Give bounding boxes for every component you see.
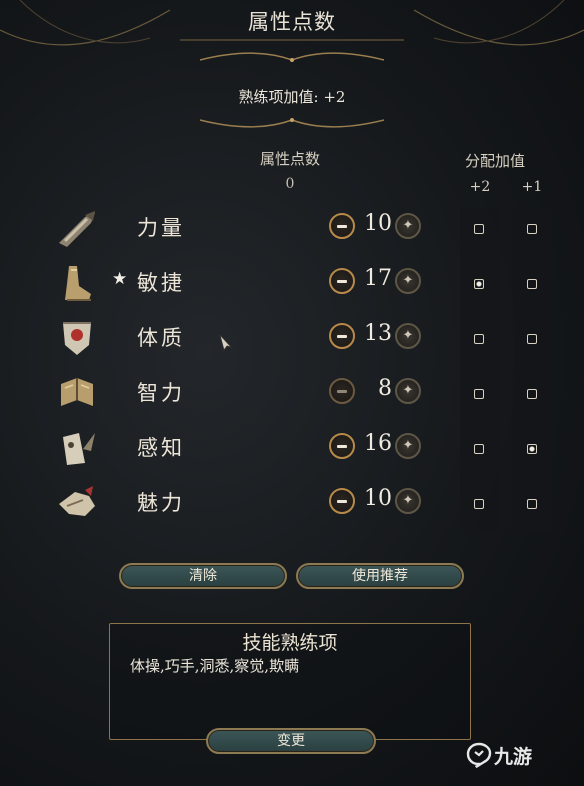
attribute-value: 13 bbox=[364, 321, 392, 346]
increase-button[interactable]: ✦ bbox=[395, 488, 421, 514]
reset-button[interactable]: 清除 bbox=[119, 563, 287, 589]
strength-arm-icon bbox=[59, 211, 95, 247]
decrease-button[interactable] bbox=[329, 213, 355, 239]
attribute-value: 16 bbox=[364, 431, 392, 456]
proficiency-bonus-label: 熟练项加值: +2 bbox=[238, 88, 346, 106]
plus1-checkbox-intelligence[interactable] bbox=[527, 389, 537, 399]
attribute-value: 10 bbox=[364, 211, 392, 236]
change-button[interactable]: 变更 bbox=[206, 728, 376, 754]
plus2-checkbox-charisma[interactable] bbox=[474, 499, 484, 509]
decrease-button[interactable] bbox=[329, 433, 355, 459]
attribute-name: 魅力 bbox=[137, 491, 185, 515]
plus1-checkbox-strength[interactable] bbox=[527, 224, 537, 234]
attribute-name: 智力 bbox=[137, 381, 185, 405]
decrease-button[interactable] bbox=[329, 378, 355, 404]
increase-button[interactable]: ✦ bbox=[395, 213, 421, 239]
plus2-checkbox-intelligence[interactable] bbox=[474, 389, 484, 399]
attribute-row-wisdom: 感知 16 ✦ bbox=[40, 423, 580, 473]
dexterity-boot-icon bbox=[65, 266, 91, 301]
increase-button[interactable]: ✦ bbox=[395, 268, 421, 294]
bonus-plus1-label: +1 bbox=[521, 179, 543, 195]
attribute-name: 敏捷 bbox=[137, 271, 185, 295]
plus1-checkbox-wisdom[interactable] bbox=[527, 444, 537, 454]
skill-proficiency-title: 技能熟练项 bbox=[242, 632, 338, 654]
bonus-plus2-label: +2 bbox=[469, 179, 491, 195]
attribute-value: 8 bbox=[378, 376, 392, 401]
attribute-name: 感知 bbox=[137, 436, 185, 460]
use-recommended-button[interactable]: 使用推荐 bbox=[296, 563, 464, 589]
wisdom-owl-icon bbox=[63, 433, 95, 465]
attribute-row-dexterity: ★ 敏捷 17 ✦ bbox=[40, 258, 580, 308]
attribute-row-constitution: 体质 13 ✦ bbox=[40, 313, 580, 363]
plus2-checkbox-wisdom[interactable] bbox=[474, 444, 484, 454]
decrease-button[interactable] bbox=[329, 488, 355, 514]
charisma-hand-icon bbox=[59, 486, 95, 516]
increase-button[interactable]: ✦ bbox=[395, 433, 421, 459]
plus2-checkbox-constitution[interactable] bbox=[474, 334, 484, 344]
plus2-checkbox-dexterity[interactable] bbox=[474, 279, 484, 289]
bonus-column-label: 分配加值 bbox=[464, 152, 525, 170]
skill-proficiency-panel: 技能熟练项 体操,巧手,洞悉,察觉,欺瞒 bbox=[109, 623, 471, 740]
points-column-label: 属性点数 bbox=[259, 150, 320, 168]
plus1-checkbox-charisma[interactable] bbox=[527, 499, 537, 509]
attribute-row-charisma: 魅力 10 ✦ bbox=[40, 478, 580, 528]
favored-star-icon: ★ bbox=[112, 269, 128, 289]
attribute-name: 体质 bbox=[137, 326, 185, 350]
plus1-checkbox-dexterity[interactable] bbox=[527, 279, 537, 289]
watermark-text: 九游 bbox=[494, 746, 533, 768]
increase-button[interactable]: ✦ bbox=[395, 323, 421, 349]
attribute-row-intelligence: 智力 8 ✦ bbox=[40, 368, 580, 418]
plus2-checkbox-strength[interactable] bbox=[474, 224, 484, 234]
constitution-heart-icon bbox=[63, 322, 91, 355]
mouse-cursor-icon bbox=[219, 334, 233, 351]
attribute-value: 10 bbox=[364, 486, 392, 511]
jiuyou-logo-icon bbox=[466, 742, 492, 768]
decrease-button[interactable] bbox=[329, 323, 355, 349]
attribute-value: 17 bbox=[364, 266, 392, 291]
skill-proficiency-list: 体操,巧手,洞悉,察觉,欺瞒 bbox=[130, 657, 300, 675]
intelligence-book-icon bbox=[61, 378, 93, 406]
attribute-name: 力量 bbox=[137, 216, 185, 240]
attribute-row-strength: 力量 10 ✦ bbox=[40, 203, 580, 253]
points-remaining: 0 bbox=[285, 176, 295, 192]
plus1-checkbox-constitution[interactable] bbox=[527, 334, 537, 344]
increase-button[interactable]: ✦ bbox=[395, 378, 421, 404]
decrease-button[interactable] bbox=[329, 268, 355, 294]
page-title: 属性点数 bbox=[248, 10, 336, 34]
